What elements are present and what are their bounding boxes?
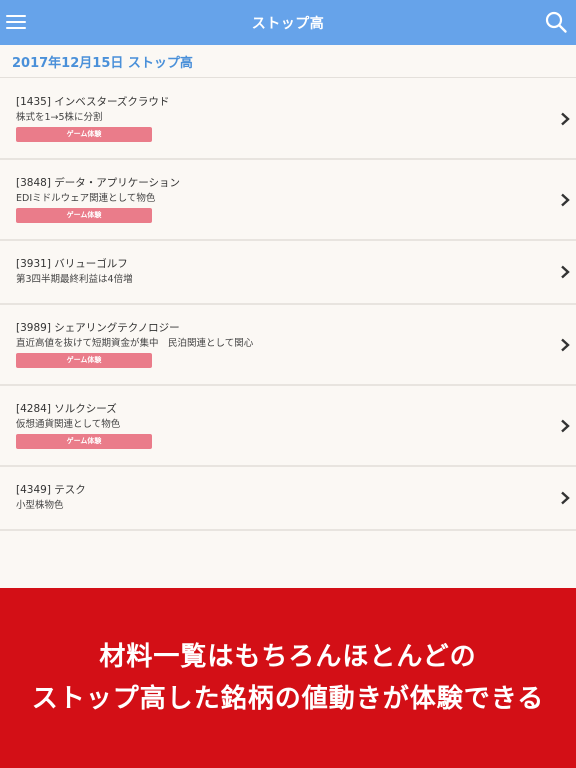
stock-name: [3989] シェアリングテクノロジー xyxy=(16,322,180,334)
stock-description: 直近高値を抜けて短期資金が集中 民泊関連として関心 xyxy=(16,338,254,349)
list-item[interactable]: [1435] インベスターズクラウド 株式を1→5株に分割 ゲーム体験 xyxy=(0,79,576,160)
menu-icon[interactable] xyxy=(4,10,28,34)
stock-name: [3931] バリューゴルフ xyxy=(16,258,128,270)
chevron-right-icon xyxy=(561,193,570,206)
stock-name: [3848] データ・アプリケーション xyxy=(16,177,181,189)
game-experience-button[interactable]: ゲーム体験 xyxy=(16,434,152,449)
game-experience-button[interactable]: ゲーム体験 xyxy=(16,208,152,223)
game-experience-button[interactable]: ゲーム体験 xyxy=(16,127,152,142)
stock-description: 株式を1→5株に分割 xyxy=(16,112,103,123)
stock-name: [4284] ソルクシーズ xyxy=(16,403,117,415)
chevron-right-icon xyxy=(561,419,570,432)
stock-name: [1435] インベスターズクラウド xyxy=(16,96,170,108)
game-experience-button[interactable]: ゲーム体験 xyxy=(16,353,152,368)
top-bar: ストップ高 xyxy=(0,0,576,45)
list-item[interactable]: [4349] テスク 小型株物色 xyxy=(0,467,576,531)
stock-name: [4349] テスク xyxy=(16,484,86,496)
list-item[interactable]: [3848] データ・アプリケーション EDIミドルウェア関連として物色 ゲーム… xyxy=(0,160,576,241)
chevron-right-icon xyxy=(561,338,570,351)
stock-list: [1435] インベスターズクラウド 株式を1→5株に分割 ゲーム体験 [384… xyxy=(0,79,576,531)
chevron-right-icon xyxy=(561,112,570,125)
list-item[interactable]: [3931] バリューゴルフ 第3四半期最終利益は4倍増 xyxy=(0,241,576,305)
banner-line-2: ストップ高した銘柄の値動きが体験できる xyxy=(31,684,545,714)
search-icon[interactable] xyxy=(544,10,568,34)
stock-description: 小型株物色 xyxy=(16,500,64,511)
promo-banner: 材料一覧はもちろんほとんどの ストップ高した銘柄の値動きが体験できる xyxy=(0,588,576,768)
page-title: ストップ高 xyxy=(251,15,325,32)
banner-line-1: 材料一覧はもちろんほとんどの xyxy=(99,642,477,672)
stock-description: EDIミドルウェア関連として物色 xyxy=(16,193,156,204)
stock-description: 第3四半期最終利益は4倍増 xyxy=(16,274,133,285)
chevron-right-icon xyxy=(561,491,570,505)
list-item[interactable]: [4284] ソルクシーズ 仮想通貨関連として物色 ゲーム体験 xyxy=(0,386,576,467)
list-item[interactable]: [3989] シェアリングテクノロジー 直近高値を抜けて短期資金が集中 民泊関連… xyxy=(0,305,576,386)
stock-description: 仮想通貨関連として物色 xyxy=(16,419,121,430)
chevron-right-icon xyxy=(561,265,570,279)
date-header: 2017年12月15日 ストップ高 xyxy=(0,45,576,78)
